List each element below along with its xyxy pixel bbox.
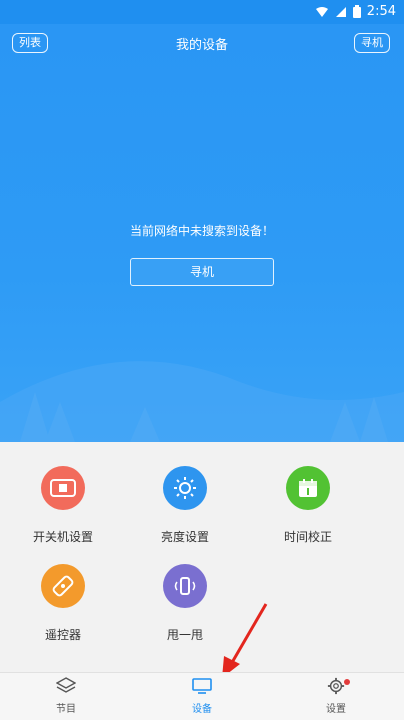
calendar-icon bbox=[286, 466, 330, 510]
shake-icon bbox=[163, 564, 207, 608]
status-time: 2:54 bbox=[366, 4, 396, 19]
top-bar: 列表 我的设备 寻机 bbox=[0, 24, 404, 60]
no-device-message: 当前网络中未搜索到设备！ bbox=[129, 224, 274, 238]
tile-label: 亮度设置 bbox=[160, 530, 209, 544]
remote-control-tile[interactable]: 遥控器 bbox=[3, 564, 123, 654]
sun-icon bbox=[163, 466, 207, 510]
nav-settings[interactable]: 设置 bbox=[296, 677, 376, 715]
nav-label: 设置 bbox=[326, 704, 346, 715]
monitor-icon bbox=[192, 678, 212, 694]
battery-icon bbox=[352, 5, 361, 18]
tile-label: 时间校正 bbox=[283, 530, 332, 544]
status-icons: 2:54 bbox=[315, 4, 396, 19]
notification-badge bbox=[344, 679, 350, 685]
page-title: 我的设备 bbox=[175, 38, 228, 53]
hero-section: 列表 我的设备 寻机 当前网络中未搜索到设备！ 寻机 bbox=[0, 24, 404, 442]
power-toggle-icon bbox=[41, 466, 85, 510]
status-bar: 2:54 bbox=[0, 0, 404, 24]
feature-grid: 开关机设置 亮度设置 时间校正 遥控器 甩一甩 bbox=[0, 442, 404, 672]
wifi-icon bbox=[315, 6, 328, 17]
hill-illustration bbox=[0, 361, 404, 442]
bottom-nav: 节目 设备 设置 bbox=[0, 672, 404, 720]
signal-icon bbox=[335, 6, 346, 17]
tile-label: 遥控器 bbox=[44, 628, 81, 642]
brightness-settings-tile[interactable]: 亮度设置 bbox=[125, 466, 245, 556]
nav-label: 设备 bbox=[192, 704, 212, 715]
nav-label: 节目 bbox=[56, 704, 76, 715]
power-settings-tile[interactable]: 开关机设置 bbox=[3, 466, 123, 556]
annotation-arrow bbox=[222, 603, 268, 678]
time-correction-tile[interactable]: 时间校正 bbox=[248, 466, 368, 556]
find-device-button-header[interactable]: 寻机 bbox=[354, 33, 390, 53]
remote-control-icon bbox=[41, 564, 85, 608]
tile-label: 开关机设置 bbox=[32, 530, 93, 544]
gear-icon bbox=[327, 677, 345, 695]
find-device-button[interactable]: 寻机 bbox=[130, 258, 274, 286]
layers-icon bbox=[55, 677, 77, 693]
nav-programs[interactable]: 节目 bbox=[26, 677, 106, 715]
nav-devices[interactable]: 设备 bbox=[162, 677, 242, 715]
